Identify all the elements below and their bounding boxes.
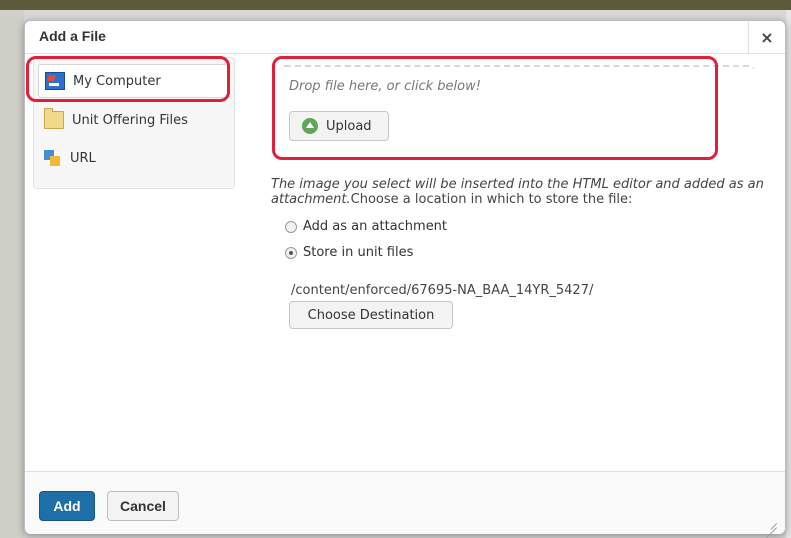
- add-file-dialog: Add a File × My Computer Unit Offering F…: [24, 20, 786, 534]
- close-icon: ×: [760, 27, 774, 47]
- upload-button-label: Upload: [326, 118, 372, 134]
- background-right-strip: [786, 10, 791, 538]
- radio-label: Add as an attachment: [303, 219, 448, 234]
- insert-description: The image you select will be inserted in…: [271, 177, 771, 207]
- source-item-my-computer[interactable]: My Computer: [38, 64, 228, 98]
- cancel-button[interactable]: Cancel: [107, 491, 179, 521]
- file-source-panel: My Computer Unit Offering Files URL: [33, 57, 235, 189]
- source-item-label: My Computer: [73, 73, 161, 89]
- choose-destination-button[interactable]: Choose Destination: [289, 301, 453, 329]
- source-item-label: Unit Offering Files: [72, 112, 188, 128]
- radio-button[interactable]: [285, 246, 297, 259]
- url-icon: [44, 150, 62, 166]
- resize-handle-icon[interactable]: [765, 516, 777, 528]
- background-left-strip: [0, 10, 24, 538]
- close-button[interactable]: ×: [748, 21, 785, 53]
- folder-icon: [44, 108, 64, 129]
- file-drop-zone[interactable]: Drop file here, or click below! Upload: [279, 65, 755, 153]
- computer-icon: [45, 72, 65, 90]
- add-button[interactable]: Add: [39, 491, 95, 521]
- radio-add-as-attachment[interactable]: Add as an attachment: [285, 219, 447, 234]
- upload-arrow-icon: [302, 118, 318, 134]
- upload-button[interactable]: Upload: [289, 111, 389, 141]
- radio-store-in-unit-files[interactable]: Store in unit files: [285, 245, 413, 260]
- source-item-url[interactable]: URL: [38, 142, 226, 174]
- background-top-band: [0, 0, 791, 10]
- radio-button[interactable]: [285, 220, 297, 233]
- insert-description-normal: Choose a location in which to store the …: [350, 192, 633, 207]
- source-item-unit-offering-files[interactable]: Unit Offering Files: [38, 104, 226, 136]
- radio-label: Store in unit files: [303, 245, 414, 260]
- drop-hint-text: Drop file here, or click below!: [289, 79, 481, 94]
- dialog-title: Add a File: [39, 28, 106, 44]
- dialog-footer: Add Cancel: [25, 471, 785, 534]
- dialog-header: Add a File ×: [25, 21, 785, 54]
- source-item-label: URL: [70, 150, 96, 166]
- storage-path: /content/enforced/67695-NA_BAA_14YR_5427…: [291, 283, 594, 298]
